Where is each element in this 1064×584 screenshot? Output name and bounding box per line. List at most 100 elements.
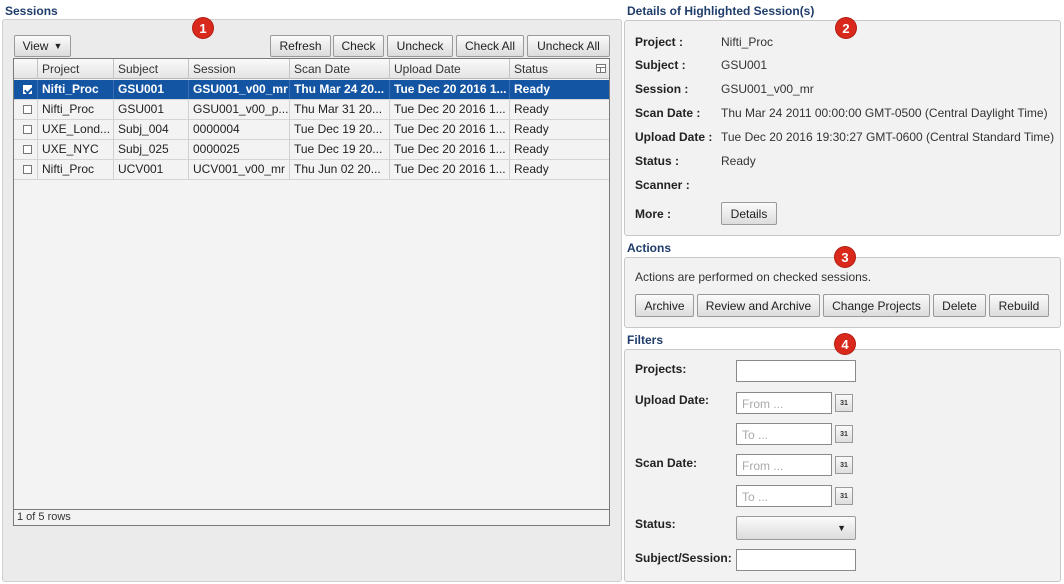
cell-session: GSU001_v00_mr — [189, 80, 290, 99]
cell-project: Nifti_Proc — [38, 100, 114, 119]
row-checkbox[interactable] — [23, 105, 32, 114]
cell-project: Nifti_Proc — [38, 160, 114, 179]
calendar-icon[interactable]: 31 — [835, 456, 853, 474]
review-and-archive-button[interactable]: Review and Archive — [697, 294, 820, 317]
scan-to-placeholder: To ... — [742, 490, 769, 504]
filter-status-label: Status: — [635, 517, 676, 531]
cell-session: UCV001_v00_mr — [189, 160, 290, 179]
row-checkbox[interactable] — [23, 165, 32, 174]
details-title: Details of Highlighted Session(s) — [627, 4, 815, 18]
cell-status: Ready — [514, 102, 549, 116]
change-projects-button[interactable]: Change Projects — [823, 294, 930, 317]
details-more-label: More : — [635, 207, 671, 221]
view-menu-button[interactable]: View ▼ — [14, 35, 71, 57]
status-filter-select[interactable]: ▼ — [736, 516, 856, 540]
details-button[interactable]: Details — [721, 202, 777, 225]
details-scanner-label: Scanner : — [635, 178, 690, 192]
cell-scan-date: Thu Mar 31 20... — [290, 100, 390, 119]
cell-session: GSU001_v00_p... — [189, 100, 290, 119]
scan-from-placeholder: From ... — [742, 459, 784, 473]
uncheck-button[interactable]: Uncheck — [387, 35, 453, 57]
cell-subject: UCV001 — [114, 160, 189, 179]
column-header-status[interactable]: Status — [510, 59, 609, 79]
cell-scan-date: Thu Jun 02 20... — [290, 160, 390, 179]
callout-badge-1: 1 — [193, 18, 213, 38]
row-checkbox[interactable] — [23, 125, 32, 134]
row-checkbox-cell — [14, 100, 38, 119]
table-header: Project Subject Session Scan Date Upload… — [14, 59, 609, 79]
cell-subject: GSU001 — [114, 80, 189, 99]
actions-note: Actions are performed on checked session… — [635, 270, 872, 284]
details-upload-date-label: Upload Date : — [635, 130, 713, 144]
projects-filter-input[interactable] — [736, 360, 856, 382]
details-subject-value: GSU001 — [721, 58, 768, 72]
table-row[interactable]: UXE_Lond... Subj_004 0000004 Tue Dec 19 20.… — [14, 120, 609, 140]
column-header-subject[interactable]: Subject — [114, 59, 189, 79]
details-upload-date-value: Tue Dec 20 2016 19:30:27 GMT-0600 (Centr… — [721, 130, 1055, 144]
scan-date-from-input[interactable]: From ... — [736, 454, 832, 476]
column-header-upload-date[interactable]: Upload Date — [390, 59, 510, 79]
table-row[interactable]: Nifti_Proc GSU001 GSU001_v00_p... Thu Mar 3… — [14, 100, 609, 120]
scan-date-to-input[interactable]: To ... — [736, 485, 832, 507]
callout-badge-2: 2 — [836, 18, 856, 38]
cell-status: Ready — [514, 162, 549, 176]
column-header-scan-date[interactable]: Scan Date — [290, 59, 390, 79]
filter-subject-session-label: Subject/Session: — [635, 551, 732, 565]
cell-scan-date: Tue Dec 19 20... — [290, 120, 390, 139]
details-session-value: GSU001_v00_mr — [721, 82, 814, 96]
filter-upload-date-label: Upload Date: — [635, 393, 710, 407]
upload-from-placeholder: From ... — [742, 397, 784, 411]
view-label: View — [22, 39, 49, 53]
details-project-label: Project : — [635, 35, 684, 49]
row-count-footer: 1 of 5 rows — [14, 509, 609, 525]
cell-project: Nifti_Proc — [38, 80, 114, 99]
sessions-title: Sessions — [5, 4, 58, 18]
filters-title: Filters — [627, 333, 664, 347]
rebuild-button[interactable]: Rebuild — [989, 294, 1049, 317]
sessions-table: Project Subject Session Scan Date Upload… — [13, 58, 610, 526]
cell-upload-date: Tue Dec 20 2016 1... — [390, 160, 510, 179]
cell-subject: Subj_025 — [114, 140, 189, 159]
calendar-icon[interactable]: 31 — [835, 425, 853, 443]
check-button[interactable]: Check — [333, 35, 384, 57]
refresh-button[interactable]: Refresh — [270, 35, 331, 57]
delete-button[interactable]: Delete — [933, 294, 986, 317]
column-header-session[interactable]: Session — [189, 59, 290, 79]
cell-session: 0000004 — [189, 120, 290, 139]
row-checkbox[interactable] — [23, 85, 32, 94]
filter-scan-date-label: Scan Date: — [635, 456, 698, 470]
details-session-label: Session : — [635, 82, 689, 96]
cell-upload-date: Tue Dec 20 2016 1... — [390, 120, 510, 139]
upload-date-to-input[interactable]: To ... — [736, 423, 832, 445]
cell-upload-date: Tue Dec 20 2016 1... — [390, 140, 510, 159]
table-row[interactable]: UXE_NYC Subj_025 0000025 Tue Dec 19 20... Tu… — [14, 140, 609, 160]
row-checkbox[interactable] — [23, 145, 32, 154]
callout-badge-3: 3 — [835, 247, 855, 267]
subject-session-filter-input[interactable] — [736, 549, 856, 571]
uncheck-all-button[interactable]: Uncheck All — [527, 35, 610, 57]
column-chooser-icon[interactable] — [596, 64, 606, 73]
cell-subject: Subj_004 — [114, 120, 189, 139]
details-scan-date-value: Thu Mar 24 2011 00:00:00 GMT-0500 (Centr… — [721, 106, 1048, 120]
check-all-button[interactable]: Check All — [456, 35, 524, 57]
cell-upload-date: Tue Dec 20 2016 1... — [390, 100, 510, 119]
filter-projects-label: Projects: — [635, 362, 687, 376]
cell-scan-date: Tue Dec 19 20... — [290, 140, 390, 159]
calendar-icon[interactable]: 31 — [835, 487, 853, 505]
cell-status: Ready — [514, 82, 551, 96]
column-header-project[interactable]: Project — [38, 59, 114, 79]
cell-status: Ready — [514, 122, 549, 136]
dropdown-arrow-icon: ▼ — [837, 523, 846, 533]
table-row[interactable]: Nifti_Proc UCV001 UCV001_v00_mr Thu Jun 02 … — [14, 160, 609, 180]
cell-project: UXE_Lond... — [38, 120, 114, 139]
upload-date-from-input[interactable]: From ... — [736, 392, 832, 414]
table-row[interactable]: Nifti_Proc GSU001 GSU001_v00_mr Thu Mar 24 … — [14, 80, 609, 100]
archive-button[interactable]: Archive — [635, 294, 694, 317]
calendar-icon[interactable]: 31 — [835, 394, 853, 412]
row-checkbox-cell — [14, 120, 38, 139]
cell-session: 0000025 — [189, 140, 290, 159]
cell-upload-date: Tue Dec 20 2016 1... — [390, 80, 510, 99]
details-project-value: Nifti_Proc — [721, 35, 774, 49]
cell-status: Ready — [514, 142, 549, 156]
checkbox-column-header[interactable] — [14, 59, 38, 79]
